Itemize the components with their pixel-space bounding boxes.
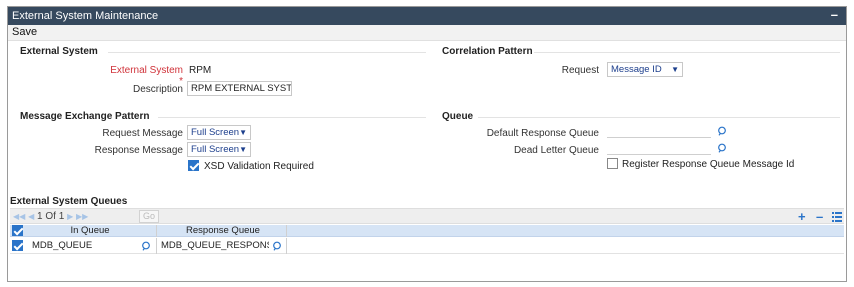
- column-divider: [156, 238, 157, 254]
- default-response-queue-label: Default Response Queue: [486, 128, 599, 139]
- go-button[interactable]: Go: [139, 210, 159, 223]
- request-message-label: Request Message: [102, 128, 183, 139]
- external-system-value: RPM: [189, 65, 212, 76]
- correlation-pattern-section-title: Correlation Pattern: [442, 46, 533, 57]
- message-exchange-pattern-section-title: Message Exchange Pattern: [20, 111, 150, 122]
- response-message-select[interactable]: Full Screen ▼: [187, 142, 251, 157]
- request-message-select[interactable]: Full Screen ▼: [187, 125, 251, 140]
- chevron-down-icon: ▼: [239, 145, 247, 154]
- xsd-validation-label: XSD Validation Required: [204, 161, 314, 172]
- dead-letter-queue-label: Dead Letter Queue: [513, 145, 599, 156]
- next-page-icon[interactable]: ▶: [67, 212, 73, 221]
- single-view-icon[interactable]: [832, 212, 842, 222]
- grid-toolbar: ◀◀ ◀ 1 Of 1 ▶ ▶▶ Go + –: [10, 208, 844, 224]
- register-response-queue-label: Register Response Queue Message Id: [622, 159, 795, 170]
- column-divider: [286, 225, 287, 237]
- column-divider: [156, 225, 157, 237]
- delete-row-icon[interactable]: –: [816, 209, 823, 224]
- request-label: Request: [561, 65, 599, 76]
- section-divider: [108, 52, 426, 53]
- response-message-select-value: Full Screen: [191, 144, 240, 155]
- grid-header: In Queue Response Queue: [10, 225, 844, 237]
- window-title: External System Maintenance: [12, 10, 159, 22]
- request-select-value: Message ID: [611, 64, 662, 75]
- lov-search-icon[interactable]: [141, 241, 151, 251]
- description-field[interactable]: RPM EXTERNAL SYSTEI: [187, 81, 292, 96]
- section-divider: [534, 52, 840, 53]
- response-message-label: Response Message: [94, 145, 183, 156]
- external-system-section-title: External System: [20, 46, 98, 57]
- select-all-checkbox[interactable]: [12, 225, 23, 236]
- save-button[interactable]: Save: [12, 26, 37, 38]
- column-header-response-queue[interactable]: Response Queue: [160, 225, 286, 237]
- window-titlebar: External System Maintenance –: [8, 7, 846, 25]
- lov-search-icon[interactable]: [717, 143, 727, 153]
- lov-search-icon[interactable]: [717, 126, 727, 136]
- external-system-maintenance-window: External System Maintenance – Save Exter…: [7, 6, 847, 282]
- pager: ◀◀ ◀ 1 Of 1 ▶ ▶▶: [13, 211, 88, 222]
- xsd-validation-checkbox[interactable]: [188, 160, 199, 171]
- dead-letter-queue-field[interactable]: [607, 142, 711, 155]
- lov-search-icon[interactable]: [272, 241, 282, 251]
- external-system-queues-section-title: External System Queues: [10, 196, 128, 207]
- request-select[interactable]: Message ID ▼: [607, 62, 683, 77]
- section-divider: [158, 117, 426, 118]
- table-row[interactable]: MDB_QUEUE MDB_QUEUE_RESPONS: [10, 238, 844, 254]
- toolbar: Save: [8, 25, 846, 41]
- section-divider: [478, 117, 840, 118]
- request-message-select-value: Full Screen: [191, 127, 240, 138]
- description-label: Description: [132, 84, 183, 95]
- default-response-queue-field[interactable]: [607, 125, 711, 138]
- register-response-queue-checkbox[interactable]: [607, 158, 618, 169]
- response-queue-cell[interactable]: MDB_QUEUE_RESPONS: [161, 240, 269, 251]
- column-header-in-queue[interactable]: In Queue: [28, 225, 152, 237]
- in-queue-cell[interactable]: MDB_QUEUE: [32, 240, 136, 251]
- chevron-down-icon: ▼: [239, 128, 247, 137]
- queue-section-title: Queue: [442, 111, 474, 122]
- row-select-checkbox[interactable]: [12, 240, 23, 251]
- last-page-icon[interactable]: ▶▶: [76, 212, 88, 221]
- add-row-icon[interactable]: +: [798, 209, 806, 224]
- chevron-down-icon: ▼: [671, 65, 679, 74]
- first-page-icon[interactable]: ◀◀: [13, 212, 25, 221]
- prev-page-icon[interactable]: ◀: [28, 212, 34, 221]
- column-divider: [286, 238, 287, 254]
- pager-text: 1 Of 1: [37, 211, 65, 222]
- minimize-icon[interactable]: –: [831, 7, 838, 23]
